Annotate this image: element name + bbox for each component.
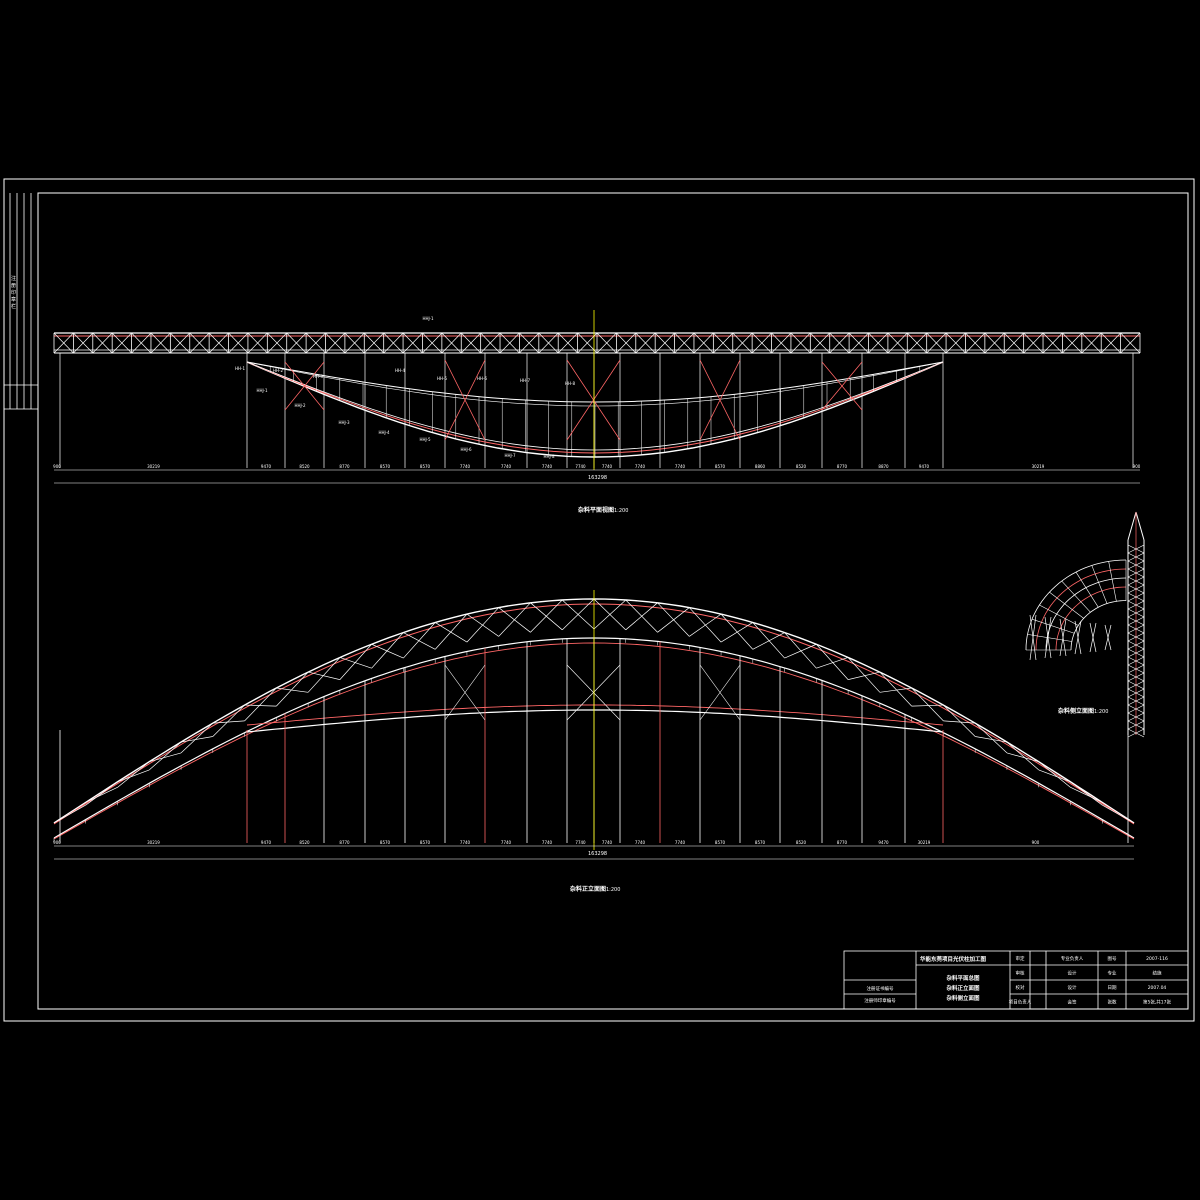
dimension-value: 7740 bbox=[501, 464, 512, 469]
dimension-value: 7740 bbox=[542, 464, 553, 469]
dimension-value: 7740 bbox=[575, 840, 586, 845]
field-value: 2007-116 bbox=[1146, 956, 1168, 962]
dimension-value: 7740 bbox=[602, 840, 613, 845]
dimension-value: 8770 bbox=[339, 464, 350, 469]
member-label: HHJ-8 bbox=[543, 454, 554, 459]
left-label: 注册证书编号 bbox=[867, 985, 894, 992]
dimension-value: 900 bbox=[1133, 464, 1141, 469]
top-view-scale: 1:200 bbox=[614, 508, 628, 514]
member-label: HHJ-7 bbox=[504, 453, 515, 458]
dimension-value: 8520 bbox=[796, 840, 807, 845]
member-label: HH-4 bbox=[395, 368, 405, 373]
dimension-value: 8520 bbox=[299, 840, 310, 845]
dimension-value: 8570 bbox=[420, 464, 431, 469]
dimension-value: 8860 bbox=[755, 464, 766, 469]
member-label: HHJ-5 bbox=[419, 437, 430, 442]
field-label: 图号 bbox=[1108, 956, 1117, 962]
field-label: 日期 bbox=[1108, 985, 1117, 991]
dimension-value: 9470 bbox=[261, 840, 272, 845]
front-view-total: 163298 bbox=[588, 851, 607, 857]
role-label: 审核 bbox=[1016, 970, 1025, 977]
side-view-title: 杂料侧立面图 bbox=[1058, 707, 1094, 715]
dimension-value: 7740 bbox=[575, 464, 586, 469]
dimension-value: 30219 bbox=[1032, 464, 1045, 469]
field-value: 第5张,共17张 bbox=[1143, 999, 1172, 1006]
dimension-value: 7740 bbox=[501, 840, 512, 845]
dimension-value: 8770 bbox=[339, 840, 350, 845]
cad-drawing: 注册印章栏 900 30219 9470 8520 8770 8570 8570 7740 77… bbox=[0, 0, 1200, 1200]
dimension-value: 30219 bbox=[147, 464, 160, 469]
drawing-title: 杂料侧立面图 bbox=[946, 994, 980, 1002]
dimension-value: 8570 bbox=[715, 464, 726, 469]
dimension-value: 8570 bbox=[380, 840, 391, 845]
dimension-value: 900 bbox=[53, 840, 61, 845]
role-label: 设计 bbox=[1068, 970, 1077, 977]
dimension-value: 7740 bbox=[460, 464, 471, 469]
strip-label: 章 bbox=[11, 296, 16, 303]
front-view-scale: 1:200 bbox=[606, 887, 620, 893]
dimension-value: 8520 bbox=[299, 464, 310, 469]
left-label: 注册师印章编号 bbox=[864, 997, 896, 1004]
dimension-value: 9470 bbox=[878, 840, 889, 845]
dimension-value: 8570 bbox=[755, 840, 766, 845]
dimension-value: 30219 bbox=[918, 840, 931, 845]
dimension-value: 9470 bbox=[261, 464, 272, 469]
member-label: HH-3 bbox=[313, 374, 323, 379]
dimension-value: 9470 bbox=[919, 464, 930, 469]
member-label: HH-7 bbox=[520, 378, 530, 383]
field-value: 2007.04 bbox=[1148, 985, 1167, 991]
dimension-value: 8770 bbox=[837, 464, 848, 469]
role-label: 会签 bbox=[1068, 999, 1077, 1006]
member-label: HH-8 bbox=[565, 381, 575, 386]
field-label: 专业 bbox=[1108, 970, 1117, 977]
member-label: HHJ-1 bbox=[256, 388, 267, 393]
dimension-value: 8570 bbox=[420, 840, 431, 845]
side-view-scale: 1:200 bbox=[1094, 709, 1108, 715]
member-label: HH-2 bbox=[273, 368, 283, 373]
member-label: HHJ-2 bbox=[294, 403, 305, 408]
role-label: 校对 bbox=[1016, 984, 1025, 991]
member-label: HHJ-6 bbox=[460, 447, 471, 452]
dimension-value: 7740 bbox=[675, 840, 686, 845]
dimension-value: 900 bbox=[53, 464, 61, 469]
dimension-value: 8570 bbox=[715, 840, 726, 845]
dimension-value: 8770 bbox=[837, 840, 848, 845]
member-label: HHJ-3 bbox=[338, 420, 349, 425]
strip-label: 栏 bbox=[11, 303, 16, 310]
role-label: 设计 bbox=[1068, 984, 1077, 991]
role-label: 项目负责人 bbox=[1009, 999, 1032, 1006]
dimension-value: 7740 bbox=[542, 840, 553, 845]
top-view-title: 杂料平面视图 bbox=[578, 506, 614, 514]
dimension-value: 7740 bbox=[460, 840, 471, 845]
drawing-title: 杂料正立面图 bbox=[946, 984, 980, 992]
dimension-value: 7740 bbox=[635, 840, 646, 845]
field-value: 结施 bbox=[1153, 970, 1162, 977]
dimension-value: 30219 bbox=[147, 840, 160, 845]
member-label: HH-1 bbox=[235, 366, 245, 371]
dimension-value: 8520 bbox=[796, 464, 807, 469]
member-label: HHJ-1 bbox=[422, 316, 433, 321]
member-label: HH-5 bbox=[437, 376, 447, 381]
dimension-value: 8570 bbox=[380, 464, 391, 469]
front-view-title: 杂料正立面图 bbox=[570, 885, 606, 893]
role-label: 审定 bbox=[1016, 955, 1025, 962]
dimension-value: 7740 bbox=[602, 464, 613, 469]
strip-label: 印 bbox=[11, 289, 16, 296]
field-label: 张数 bbox=[1108, 999, 1117, 1006]
strip-label: 注 bbox=[11, 275, 16, 282]
drawing-title: 杂料平面总图 bbox=[946, 974, 980, 982]
strip-label: 册 bbox=[11, 283, 16, 289]
role-label: 专业负责人 bbox=[1061, 955, 1084, 962]
project-name: 华能东莞项目光伏柱加工图 bbox=[920, 955, 987, 963]
top-view-total: 163298 bbox=[588, 475, 607, 481]
dimension-value: 7740 bbox=[635, 464, 646, 469]
dimension-value: 7740 bbox=[675, 464, 686, 469]
dimension-value: 900 bbox=[1032, 840, 1040, 845]
member-label: HHJ-4 bbox=[378, 430, 389, 435]
member-label: HH-6 bbox=[477, 376, 487, 381]
dimension-value: 8870 bbox=[878, 464, 889, 469]
